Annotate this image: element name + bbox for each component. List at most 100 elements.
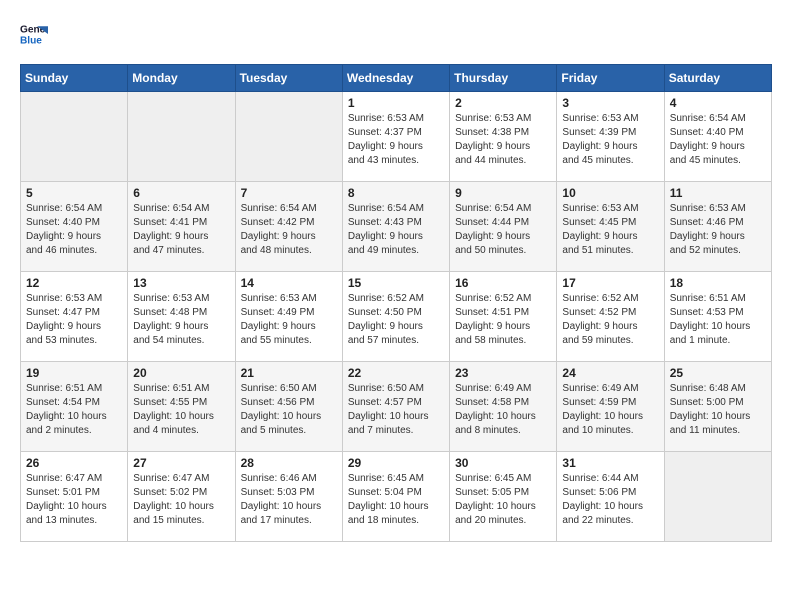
calendar-cell: 28 Sunrise: 6:46 AM Sunset: 5:03 PM Dayli…: [235, 452, 342, 542]
day-number: 13: [133, 276, 229, 290]
day-info: Sunrise: 6:50 AM Sunset: 4:57 PM Dayligh…: [348, 382, 444, 438]
calendar-cell: 30 Sunrise: 6:45 AM Sunset: 5:05 PM Dayli…: [450, 452, 557, 542]
day-number: 5: [26, 186, 122, 200]
day-info: Sunrise: 6:52 AM Sunset: 4:51 PM Dayligh…: [455, 292, 551, 348]
calendar-cell: 8Sunrise: 6:54 AM Sunset: 4:43 PM Daylig…: [342, 182, 449, 272]
calendar-cell: 13 Sunrise: 6:53 AM Sunset: 4:48 PM Dayli…: [128, 272, 235, 362]
day-number: 23: [455, 366, 551, 380]
day-number: 26: [26, 456, 122, 470]
day-info: Sunrise: 6:52 AM Sunset: 4:52 PM Dayligh…: [562, 292, 658, 348]
day-number: 29: [348, 456, 444, 470]
calendar-cell: 5 Sunrise: 6:54 AM Sunset: 4:40 PM Daylig…: [21, 182, 128, 272]
day-info: Sunrise: 6:51 AM Sunset: 4:54 PM Dayligh…: [26, 382, 122, 438]
weekday-header-monday: Monday: [128, 65, 235, 92]
calendar-cell: [128, 92, 235, 182]
day-number: 27: [133, 456, 229, 470]
svg-text:Blue: Blue: [20, 35, 42, 46]
day-number: 28: [241, 456, 337, 470]
calendar-cell: 1 Sunrise: 6:53 AM Sunset: 4:37 PM Daylig…: [342, 92, 449, 182]
day-number: 17: [562, 276, 658, 290]
calendar-cell: 20 Sunrise: 6:51 AM Sunset: 4:55 PM Dayli…: [128, 362, 235, 452]
logo: General Blue: [20, 20, 52, 48]
day-number: 10: [562, 186, 658, 200]
day-info: Sunrise: 6:48 AM Sunset: 5:00 PM Dayligh…: [670, 382, 766, 438]
day-info: Sunrise: 6:49 AM Sunset: 4:58 PM Dayligh…: [455, 382, 551, 438]
calendar-cell: 25 Sunrise: 6:48 AM Sunset: 5:00 PM Dayli…: [664, 362, 771, 452]
day-number: 20: [133, 366, 229, 380]
day-info: Sunrise: 6:54 AM Sunset: 4:41 PM Dayligh…: [133, 202, 229, 258]
calendar-cell: 11 Sunrise: 6:53 AM Sunset: 4:46 PM Dayli…: [664, 182, 771, 272]
day-number: 1: [348, 96, 444, 110]
day-number: 24: [562, 366, 658, 380]
calendar-cell: 3Sunrise: 6:53 AM Sunset: 4:39 PM Daylig…: [557, 92, 664, 182]
weekday-header-sunday: Sunday: [21, 65, 128, 92]
calendar-cell: 7 Sunrise: 6:54 AM Sunset: 4:42 PM Daylig…: [235, 182, 342, 272]
day-info: Sunrise: 6:54 AM Sunset: 4:44 PM Dayligh…: [455, 202, 551, 258]
calendar-cell: [235, 92, 342, 182]
day-number: 25: [670, 366, 766, 380]
day-info: Sunrise: 6:53 AM Sunset: 4:37 PM Dayligh…: [348, 112, 444, 168]
calendar-cell: 18 Sunrise: 6:51 AM Sunset: 4:53 PM Dayli…: [664, 272, 771, 362]
day-number: 4: [670, 96, 766, 110]
day-info: Sunrise: 6:54 AM Sunset: 4:40 PM Dayligh…: [670, 112, 766, 168]
calendar-cell: 24 Sunrise: 6:49 AM Sunset: 4:59 PM Dayli…: [557, 362, 664, 452]
day-info: Sunrise: 6:45 AM Sunset: 5:04 PM Dayligh…: [348, 472, 444, 528]
calendar-cell: 22 Sunrise: 6:50 AM Sunset: 4:57 PM Dayli…: [342, 362, 449, 452]
day-info: Sunrise: 6:53 AM Sunset: 4:47 PM Dayligh…: [26, 292, 122, 348]
calendar-cell: 10 Sunrise: 6:53 AM Sunset: 4:45 PM Dayli…: [557, 182, 664, 272]
calendar-cell: 19 Sunrise: 6:51 AM Sunset: 4:54 PM Dayli…: [21, 362, 128, 452]
weekday-header-thursday: Thursday: [450, 65, 557, 92]
day-number: 22: [348, 366, 444, 380]
day-info: Sunrise: 6:52 AM Sunset: 4:50 PM Dayligh…: [348, 292, 444, 348]
calendar-table: SundayMondayTuesdayWednesdayThursdayFrid…: [20, 64, 772, 542]
day-info: Sunrise: 6:53 AM Sunset: 4:38 PM Dayligh…: [455, 112, 551, 168]
calendar-cell: 23 Sunrise: 6:49 AM Sunset: 4:58 PM Dayli…: [450, 362, 557, 452]
day-number: 7: [241, 186, 337, 200]
page-header: General Blue: [20, 20, 772, 48]
day-number: 2: [455, 96, 551, 110]
day-number: 16: [455, 276, 551, 290]
calendar-cell: 27 Sunrise: 6:47 AM Sunset: 5:02 PM Dayli…: [128, 452, 235, 542]
day-info: Sunrise: 6:47 AM Sunset: 5:02 PM Dayligh…: [133, 472, 229, 528]
day-info: Sunrise: 6:53 AM Sunset: 4:46 PM Dayligh…: [670, 202, 766, 258]
calendar-cell: 6 Sunrise: 6:54 AM Sunset: 4:41 PM Daylig…: [128, 182, 235, 272]
day-number: 11: [670, 186, 766, 200]
logo-icon: General Blue: [20, 20, 48, 48]
day-info: Sunrise: 6:54 AM Sunset: 4:40 PM Dayligh…: [26, 202, 122, 258]
calendar-cell: 16 Sunrise: 6:52 AM Sunset: 4:51 PM Dayli…: [450, 272, 557, 362]
day-info: Sunrise: 6:51 AM Sunset: 4:53 PM Dayligh…: [670, 292, 766, 348]
day-info: Sunrise: 6:53 AM Sunset: 4:45 PM Dayligh…: [562, 202, 658, 258]
day-number: 15: [348, 276, 444, 290]
calendar-cell: [664, 452, 771, 542]
weekday-header-tuesday: Tuesday: [235, 65, 342, 92]
day-number: 19: [26, 366, 122, 380]
day-number: 31: [562, 456, 658, 470]
day-info: Sunrise: 6:50 AM Sunset: 4:56 PM Dayligh…: [241, 382, 337, 438]
day-info: Sunrise: 6:45 AM Sunset: 5:05 PM Dayligh…: [455, 472, 551, 528]
day-number: 6: [133, 186, 229, 200]
day-info: Sunrise: 6:51 AM Sunset: 4:55 PM Dayligh…: [133, 382, 229, 438]
day-number: 8: [348, 186, 444, 200]
calendar-cell: 4 Sunrise: 6:54 AM Sunset: 4:40 PM Daylig…: [664, 92, 771, 182]
calendar-cell: 9 Sunrise: 6:54 AM Sunset: 4:44 PM Daylig…: [450, 182, 557, 272]
day-number: 9: [455, 186, 551, 200]
calendar-cell: 15 Sunrise: 6:52 AM Sunset: 4:50 PM Dayli…: [342, 272, 449, 362]
day-number: 30: [455, 456, 551, 470]
calendar-cell: 29 Sunrise: 6:45 AM Sunset: 5:04 PM Dayli…: [342, 452, 449, 542]
calendar-cell: 12Sunrise: 6:53 AM Sunset: 4:47 PM Dayli…: [21, 272, 128, 362]
calendar-cell: [21, 92, 128, 182]
day-info: Sunrise: 6:44 AM Sunset: 5:06 PM Dayligh…: [562, 472, 658, 528]
day-info: Sunrise: 6:47 AM Sunset: 5:01 PM Dayligh…: [26, 472, 122, 528]
calendar-cell: 2 Sunrise: 6:53 AM Sunset: 4:38 PM Daylig…: [450, 92, 557, 182]
day-number: 18: [670, 276, 766, 290]
calendar-cell: 21 Sunrise: 6:50 AM Sunset: 4:56 PM Dayli…: [235, 362, 342, 452]
day-number: 21: [241, 366, 337, 380]
calendar-cell: 14Sunrise: 6:53 AM Sunset: 4:49 PM Dayli…: [235, 272, 342, 362]
day-info: Sunrise: 6:49 AM Sunset: 4:59 PM Dayligh…: [562, 382, 658, 438]
day-info: Sunrise: 6:46 AM Sunset: 5:03 PM Dayligh…: [241, 472, 337, 528]
weekday-header-saturday: Saturday: [664, 65, 771, 92]
calendar-cell: 31 Sunrise: 6:44 AM Sunset: 5:06 PM Dayli…: [557, 452, 664, 542]
day-info: Sunrise: 6:54 AM Sunset: 4:42 PM Dayligh…: [241, 202, 337, 258]
day-info: Sunrise: 6:53 AM Sunset: 4:39 PM Dayligh…: [562, 112, 658, 168]
day-info: Sunrise: 6:53 AM Sunset: 4:48 PM Dayligh…: [133, 292, 229, 348]
